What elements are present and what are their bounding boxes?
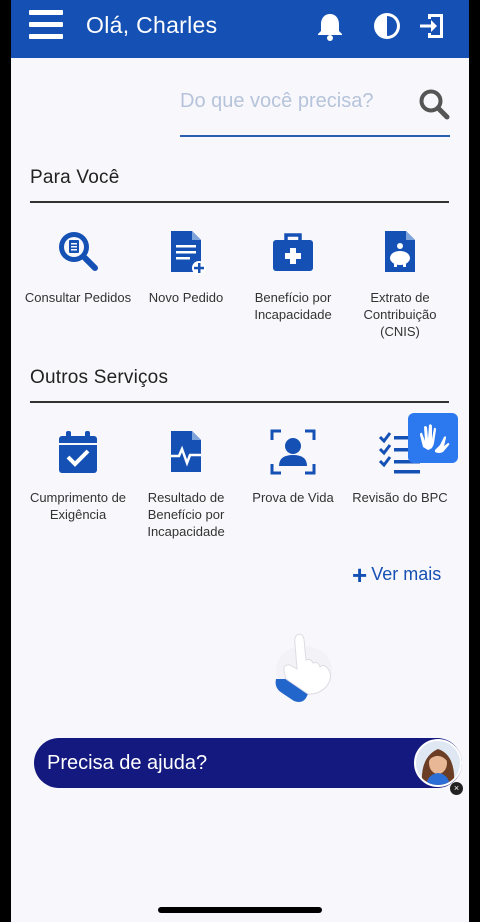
service-label: Resultado de Benefício por Incapacidade <box>147 490 225 539</box>
ver-mais-label: Ver mais <box>371 564 442 584</box>
menu-icon[interactable] <box>29 10 63 40</box>
help-close-button[interactable]: × <box>450 782 463 795</box>
search-input[interactable]: Do que você precisa? <box>180 90 373 113</box>
calendar-check-icon <box>59 431 97 473</box>
greeting: Olá, Charles <box>86 12 218 38</box>
contrast-icon[interactable] <box>371 10 403 42</box>
libras-accessibility-button[interactable] <box>408 413 458 463</box>
face-scan-icon <box>270 429 316 475</box>
assistant-avatar <box>414 739 462 787</box>
home-indicator <box>158 907 322 913</box>
service-prova-de-vida[interactable]: Prova de Vida <box>238 428 348 506</box>
section-title-para-voce: Para Você <box>30 167 120 188</box>
pointing-hand-icon <box>275 633 332 702</box>
heartbeat-document-icon <box>171 431 201 472</box>
section-divider <box>30 201 449 203</box>
service-label: Revisão do BPC <box>352 490 448 505</box>
service-extrato-cnis[interactable]: Extrato de Contribuição (CNIS) <box>345 228 455 340</box>
top-bar: Olá, Charles <box>11 0 469 58</box>
help-text: Precisa de ajuda? <box>47 752 208 774</box>
service-cumprimento-exigencia[interactable]: Cumprimento de Exigência <box>23 428 133 523</box>
piggy-bank-document-icon <box>385 231 415 272</box>
bell-icon[interactable] <box>314 10 346 42</box>
service-label: Novo Pedido <box>148 290 224 305</box>
search-icon[interactable] <box>417 87 451 121</box>
plus-icon: + <box>352 559 368 590</box>
section-divider <box>30 401 449 403</box>
service-novo-pedido[interactable]: Novo Pedido <box>131 228 241 306</box>
new-document-icon <box>171 231 206 275</box>
service-label: Extrato de Contribuição (CNIS) <box>363 290 437 339</box>
ver-mais-link[interactable]: + Ver mais <box>352 559 442 590</box>
service-consultar-pedidos[interactable]: Consultar Pedidos <box>23 228 133 306</box>
medical-kit-icon <box>273 233 313 271</box>
service-label: Consultar Pedidos <box>24 290 132 305</box>
logout-icon[interactable] <box>416 10 448 42</box>
service-resultado-beneficio[interactable]: Resultado de Benefício por Incapacidade <box>131 428 241 540</box>
service-beneficio-incapacidade[interactable]: Benefício por Incapacidade <box>238 228 348 323</box>
section-title-outros-servicos: Outros Serviços <box>30 367 169 388</box>
service-label: Cumprimento de Exigência <box>29 490 127 522</box>
help-chat-bar[interactable]: Precisa de ajuda? × <box>34 738 463 795</box>
sign-language-hands-icon <box>420 424 450 453</box>
service-label: Prova de Vida <box>252 490 334 505</box>
search-document-icon <box>59 232 98 271</box>
search-underline <box>180 135 450 137</box>
service-label: Benefício por Incapacidade <box>254 290 332 322</box>
